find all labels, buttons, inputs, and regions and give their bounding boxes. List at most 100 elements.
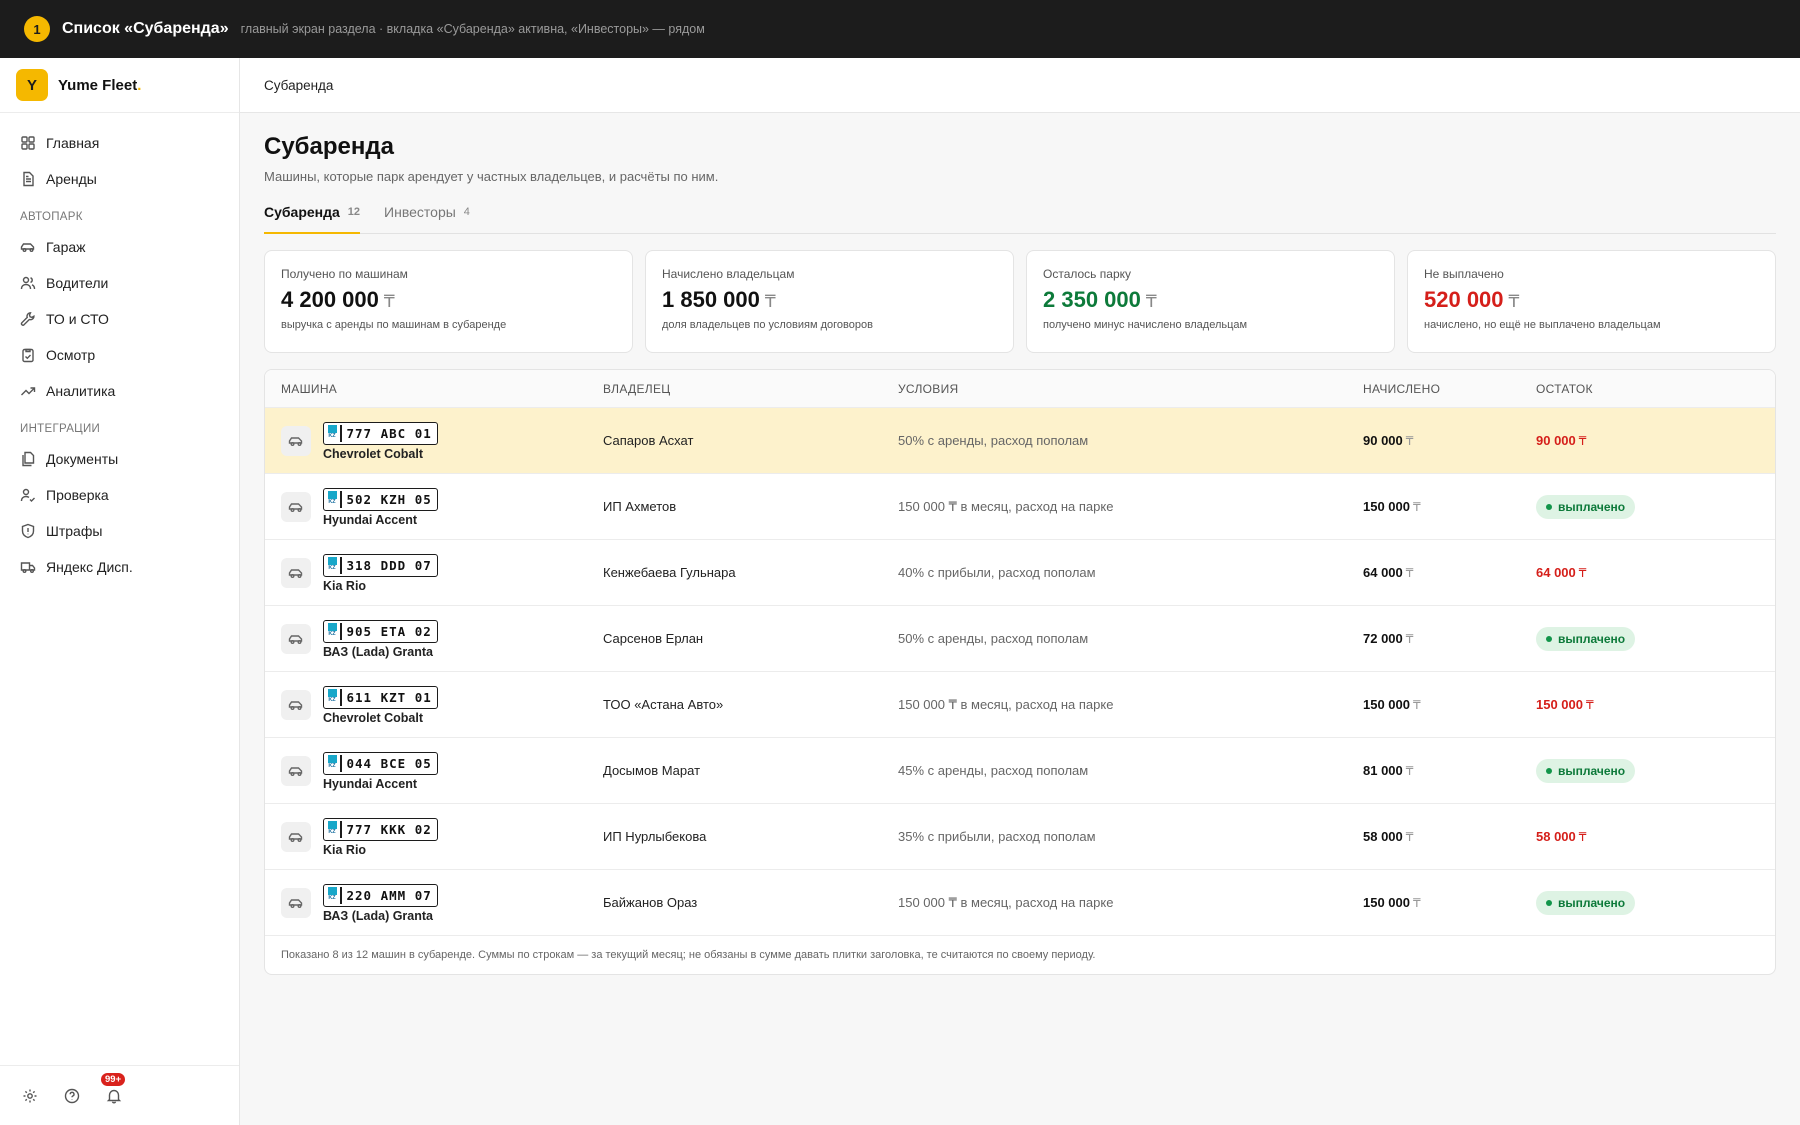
sidebar-item-fines[interactable]: Штрафы [0,513,239,549]
table-row[interactable]: KZ 777 ABC 01 Chevrolet Cobalt Сапаров Асха… [265,408,1775,474]
kpi-amount: 4 200 000 [281,287,379,312]
kpi-park-remaining: Осталось парку 2 350 000 ₸ получено минус… [1026,250,1395,353]
table-row[interactable]: KZ 318 DDD 07 Kia Rio Кенжебаева Гульнара 40… [265,540,1775,606]
terms-cell: 150 000 ₸ в месяц, расход на парке [898,696,1114,712]
kpi-hint: начислено, но ещё не выплачено владельца… [1424,319,1661,331]
table-row[interactable]: KZ 502 KZH 05 Hyundai Accent ИП Ахметов 150 … [265,474,1775,540]
currency-sign: ₸ [764,292,776,311]
brand[interactable]: Y Yume Fleet. [0,58,239,113]
car-model: Chevrolet Cobalt [323,711,424,725]
accrued-value: 90 000 [1363,433,1403,448]
table-row[interactable]: KZ 777 KKK 02 Kia Rio ИП Нурлыбекова 35% с п… [265,804,1775,870]
sidebar-item-drivers[interactable]: Водители [0,265,239,301]
accrued-cell: 150 000 ₸ [1363,499,1536,514]
plate-number: 777 KKK 02 [346,822,432,837]
terms-cell: 40% с прибыли, расход пополам [898,565,1096,580]
document-icon [23,171,34,187]
sidebar-item-documents[interactable]: Документы [0,441,239,477]
terms-cell: 150 000 ₸ в месяц, расход на парке [898,894,1114,910]
trend-icon [21,387,36,396]
kpi-accrued: Начислено владельцам 1 850 000 ₸ доля вла… [645,250,1014,353]
table-row[interactable]: KZ 611 KZT 01 Chevrolet Cobalt ТОО «Астана … [265,672,1775,738]
tab-investors[interactable]: Инвесторы 4 [384,202,470,233]
page-title: Субаренда [264,133,394,160]
user-check-icon [20,488,35,502]
accrued-cell: 81 000 ₸ [1363,763,1536,778]
sidebar-item-label: ТО и СТО [46,311,109,327]
sublease-table: МАШИНА ВЛАДЕЛЕЦ УСЛОВИЯ НАЧИСЛЕНО ОСТАТО… [264,369,1776,975]
car-cell: KZ 777 ABC 01 Chevrolet Cobalt [265,420,603,461]
kz-flag-icon: KZ [327,623,337,640]
sidebar-item-home[interactable]: Главная [0,125,239,161]
sidebar-item-label: Аналитика [46,383,116,399]
car-cell: KZ 220 AMM 07 ВАЗ (Lada) Granta [265,882,603,923]
kpi-value: 1 850 000 ₸ [662,287,997,313]
car-model: Hyundai Accent [323,513,418,527]
kz-flag-icon: KZ [327,557,337,574]
kpi-received: Получено по машинам 4 200 000 ₸ выручка с… [264,250,633,353]
car-model: Chevrolet Cobalt [323,447,424,461]
car-icon [288,832,303,842]
sidebar-item-inspection[interactable]: Осмотр [0,337,239,373]
column-header-accrued[interactable]: НАЧИСЛЕНО [1363,382,1536,396]
tab-sublease[interactable]: Субаренда 12 [264,202,361,234]
sidebar-item-maintenance[interactable]: ТО и СТО [0,301,239,337]
users-icon [20,276,36,290]
kpi-amount: 1 850 000 [662,287,760,312]
sidebar-item-label: Проверка [46,487,109,503]
breadcrumb-current: Субаренда [264,77,334,93]
plate-number: 777 ABC 01 [346,426,432,441]
license-plate: KZ 044 BCE 05 [323,752,438,775]
accrued-cell: 90 000 ₸ [1363,433,1536,448]
sidebar-item-rentals[interactable]: Аренды [0,161,239,197]
remainder-amount: 64 000 ₸ [1536,565,1586,580]
kz-flag-icon: KZ [327,821,337,838]
column-header-car[interactable]: МАШИНА [265,382,603,396]
column-header-terms[interactable]: УСЛОВИЯ [898,382,1363,396]
currency-sign: ₸ [1578,433,1587,448]
sidebar-footer: 99+ [0,1065,239,1125]
help-button[interactable] [64,1088,80,1104]
sidebar-item-label: Осмотр [46,347,96,363]
kz-flag-icon: KZ [327,689,337,706]
currency-sign: ₸ [1413,500,1421,514]
table-row[interactable]: KZ 044 BCE 05 Hyundai Accent Досымов Марат 4… [265,738,1775,804]
accrued-value: 58 000 [1363,829,1403,844]
column-header-remainder[interactable]: ОСТАТОК [1536,382,1736,396]
paid-status-badge: выплачено [1536,758,1636,783]
remainder-value: 64 000 [1536,564,1576,580]
car-thumbnail [281,491,311,522]
sidebar-item-garage[interactable]: Гараж [0,229,239,265]
sidebar-item-yandex[interactable]: Яндекс Дисп. [0,549,239,585]
table-row[interactable]: KZ 220 AMM 07 ВАЗ (Lada) Granta Байжанов Ор… [265,870,1775,936]
table-row[interactable]: KZ 905 ETA 02 ВАЗ (Lada) Granta Сарсенов Ер… [265,606,1775,672]
settings-button[interactable] [22,1088,38,1104]
table-footer-note: Показано 8 из 12 машин в субаренде. Сумм… [281,949,1096,961]
paid-status-badge: выплачено [1536,890,1636,915]
kz-flag-icon: KZ [327,755,337,772]
car-icon [20,243,35,252]
currency-sign: ₸ [1586,697,1594,712]
car-model: ВАЗ (Lada) Granta [323,909,433,923]
sidebar-item-analytics[interactable]: Аналитика [0,373,239,409]
terms-cell: 50% с аренды, расход пополам [898,631,1089,646]
kpi-value: 4 200 000 ₸ [281,287,616,313]
car-cell: KZ 777 KKK 02 Kia Rio [265,816,603,857]
car-icon [288,898,303,908]
kpi-amount: 2 350 000 [1043,287,1141,312]
currency-sign: ₸ [1413,698,1421,712]
car-thumbnail [281,887,311,918]
column-header-owner[interactable]: ВЛАДЕЛЕЦ [603,382,898,396]
remainder-cell: выплачено [1536,890,1736,915]
license-plate: KZ 318 DDD 07 [323,554,438,577]
sidebar-item-check[interactable]: Проверка [0,477,239,513]
car-icon [288,634,303,644]
car-info: KZ 220 AMM 07 ВАЗ (Lada) Granta [323,882,438,923]
notifications-button[interactable]: 99+ [100,1071,127,1104]
car-icon [288,700,303,710]
accrued-value: 72 000 [1363,631,1403,646]
remainder-value: 90 000 [1536,432,1576,448]
tab-label: Инвесторы [384,204,456,220]
bell-icon [106,1089,122,1104]
remainder-amount: 90 000 ₸ [1536,433,1586,448]
